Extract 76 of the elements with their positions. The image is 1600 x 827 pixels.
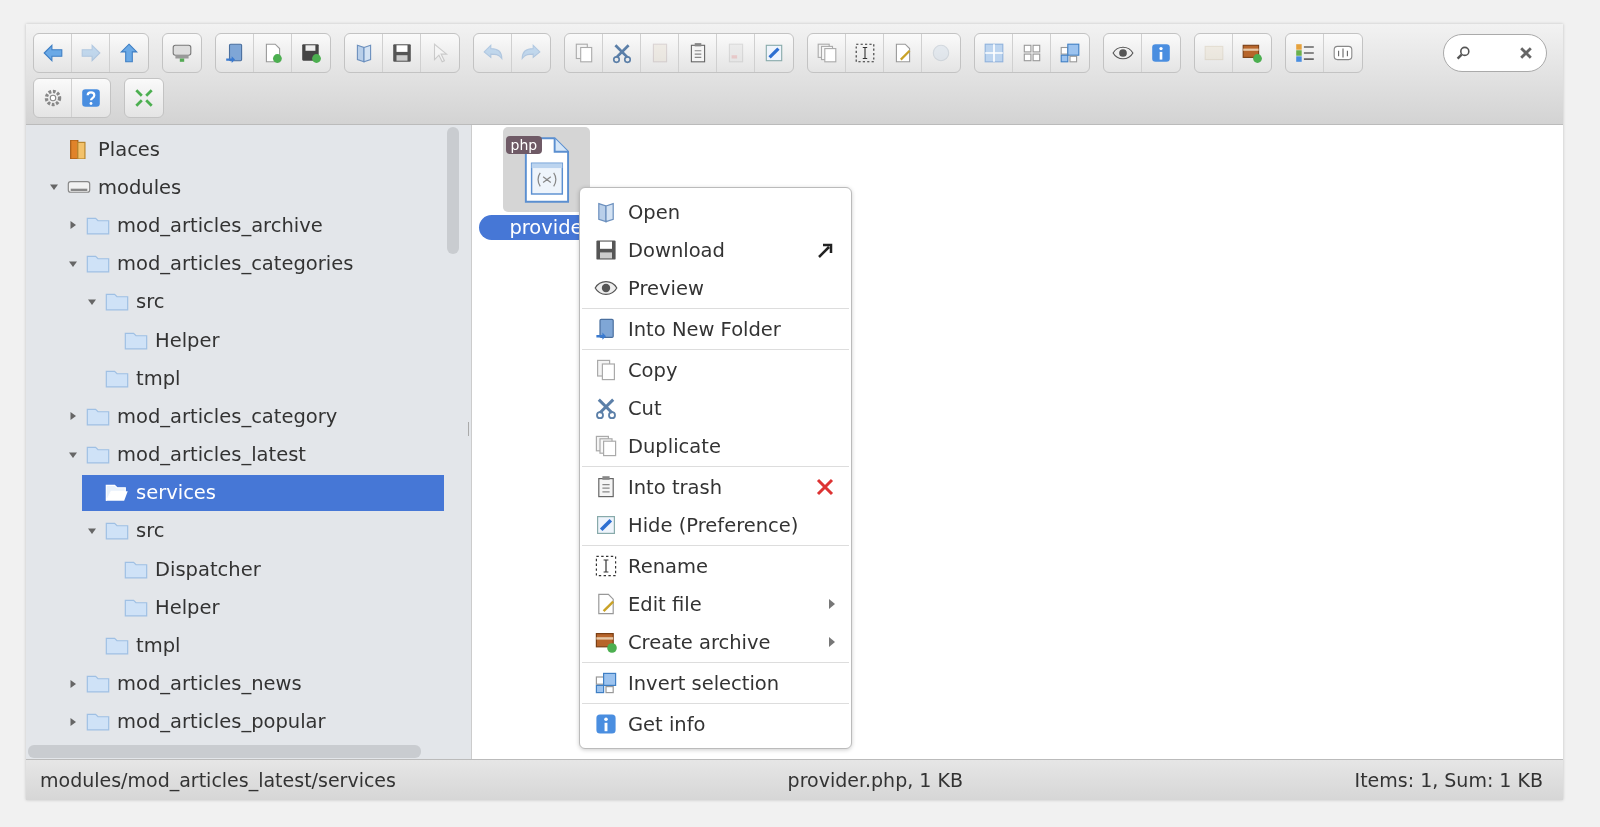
folder-icon [105, 636, 129, 656]
fullscreen-icon [133, 87, 155, 109]
copy-icon [594, 358, 618, 382]
folder-icon [124, 559, 148, 579]
tree-item[interactable]: mod_articles_archive [63, 207, 444, 244]
menu-item[interactable]: Into New Folder [582, 310, 849, 348]
scissors-icon [610, 42, 633, 64]
tree-item[interactable]: services [82, 474, 444, 511]
menu-item[interactable]: Preview [582, 269, 849, 307]
menu-item[interactable]: Invert selection [582, 664, 849, 702]
selection-info: provider.php, 1 KB [787, 769, 963, 791]
folder-icon [105, 368, 129, 388]
info-icon [1150, 42, 1172, 64]
invert-icon [1059, 42, 1081, 64]
file-thumbnail[interactable]: php [502, 127, 590, 212]
tree-item[interactable]: Places [44, 131, 444, 168]
clear-icon[interactable] [1518, 45, 1534, 61]
menu-item[interactable]: Cut [582, 389, 849, 427]
menu-item[interactable]: Rename [582, 547, 849, 585]
scrollbar[interactable] [28, 745, 421, 758]
tree-item[interactable]: mod_articles_latest [63, 436, 444, 473]
menu-item[interactable]: Edit file [582, 585, 849, 623]
tree-item[interactable]: mod_articles_popular [63, 703, 444, 740]
copy-icon [815, 42, 838, 64]
rename-icon [853, 42, 876, 64]
folder-icon [86, 674, 110, 694]
copy-icon [594, 434, 618, 458]
tree-item[interactable]: src [82, 283, 444, 320]
tree-item[interactable]: mod_articles_categories [63, 245, 444, 282]
list-icon [1293, 42, 1316, 64]
tree-item[interactable]: Helper [101, 321, 444, 359]
hide-icon [763, 42, 785, 64]
tree-item[interactable]: mod_articles_category [63, 398, 444, 435]
folder-icon [124, 597, 148, 617]
hide-icon [594, 513, 618, 537]
current-path: modules/mod_articles_latest/services [40, 769, 396, 791]
folder-icon [105, 521, 129, 541]
archive-icon [1241, 42, 1263, 64]
folder-icon [105, 292, 129, 312]
folder-icon [86, 406, 110, 426]
tree-item[interactable]: Dispatcher [101, 551, 444, 588]
info-icon [594, 712, 618, 736]
folder-icon [86, 254, 110, 274]
folder-icon [86, 712, 110, 732]
menu-item[interactable]: Create archive [582, 623, 849, 661]
back-arrow-icon [41, 42, 64, 64]
invert-icon [594, 671, 618, 695]
archive-icon [594, 630, 618, 654]
tree-item[interactable]: modules [44, 169, 444, 206]
tree-item[interactable]: mod_articles_news [63, 665, 444, 702]
cross-icon [815, 477, 835, 497]
items-summary: Items: 1, Sum: 1 KB [1354, 769, 1543, 791]
up-arrow-icon [118, 42, 140, 64]
tree-item[interactable]: tmpl [82, 360, 444, 397]
menu-item[interactable]: Copy [582, 351, 849, 389]
scrollbar[interactable] [447, 127, 459, 254]
search-field[interactable] [1443, 34, 1547, 72]
drive-icon [171, 42, 193, 64]
folder-icon [86, 445, 110, 465]
folder-icon [124, 330, 148, 350]
rename-icon [594, 554, 618, 578]
file-type-badge: php [505, 136, 543, 154]
folder-icon [86, 215, 110, 235]
scissors-icon [594, 396, 618, 420]
menu-item[interactable]: Get info [582, 705, 849, 743]
grid-icon [982, 42, 1005, 64]
search-icon [1456, 45, 1472, 61]
tree-item[interactable]: Helper [101, 589, 444, 626]
forward-arrow-icon [79, 42, 102, 64]
tree-item[interactable]: tmpl [82, 627, 444, 664]
menu-item[interactable]: Hide (Preference) [582, 506, 849, 544]
menu-item[interactable]: Into trash [582, 468, 849, 506]
tree-item[interactable]: src [82, 512, 444, 550]
help-icon [80, 87, 102, 109]
open-folder-icon [105, 483, 129, 503]
menu-item[interactable]: Duplicate [582, 427, 849, 465]
